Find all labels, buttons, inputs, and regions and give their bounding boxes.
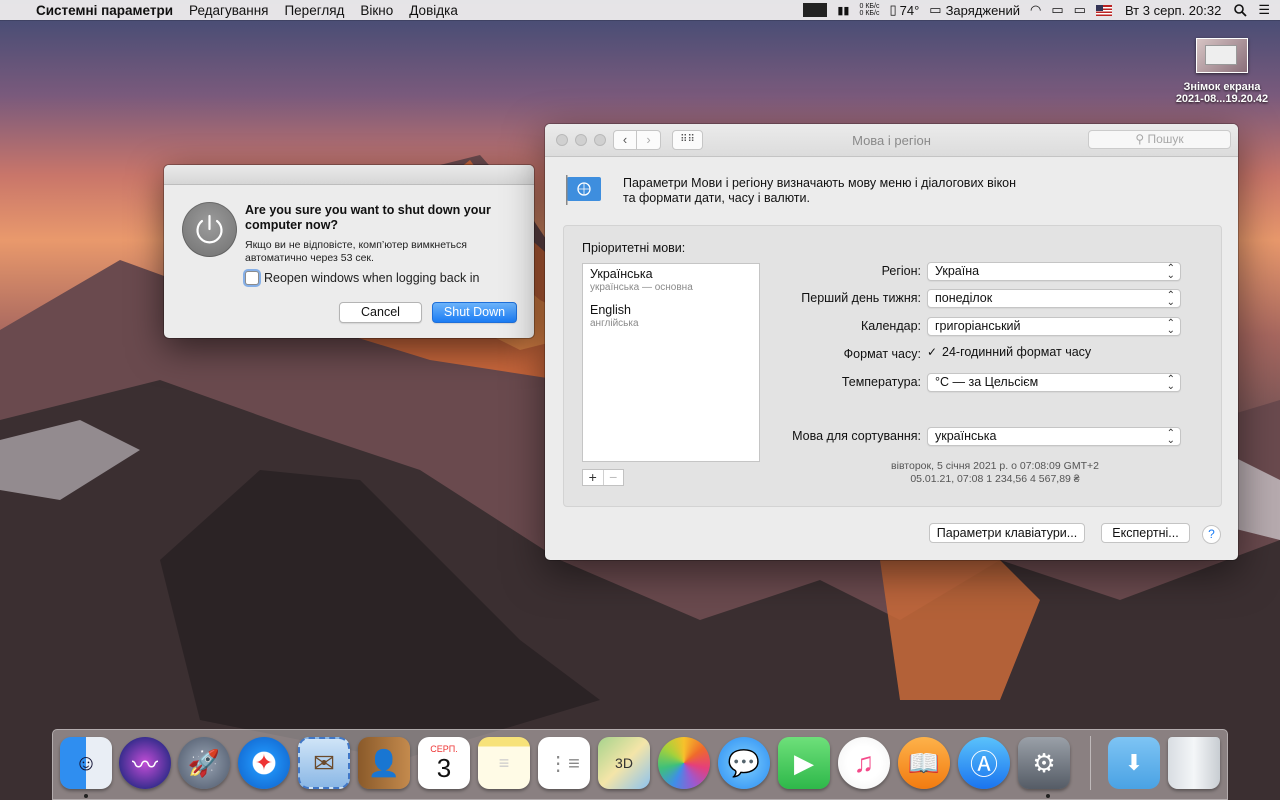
preferred-languages-label: Пріоритетні мови:	[582, 241, 686, 255]
un-flag-icon	[566, 175, 601, 205]
dock-separator	[1090, 736, 1091, 790]
temperature-status[interactable]: ▯ 74°	[884, 2, 924, 18]
file-label-line1: Знімок екрана	[1183, 81, 1261, 93]
memory-icon[interactable]: ▮▮	[832, 4, 854, 17]
search-icon: ⚲	[1135, 132, 1148, 146]
facetime-icon[interactable]: ▶	[778, 737, 830, 789]
temperature-popup[interactable]: °C — за Цельсієм	[927, 371, 1181, 395]
time-format-checkbox-row[interactable]: ✓ 24-годинний формат часу	[927, 345, 1091, 359]
power-icon	[182, 202, 237, 257]
itunes-icon[interactable]: ♫	[838, 737, 890, 789]
language-region-window: ‹ › ⠿⠿ Мова і регіон ⚲ Пошук Параметри М…	[545, 124, 1238, 560]
dialog-message: Якщо ви не відповісте, комп’ютер вимкнет…	[245, 239, 467, 264]
sort-order-popup[interactable]: українська	[927, 425, 1181, 449]
reopen-windows-label: Reopen windows when logging back in	[264, 271, 480, 285]
search-field[interactable]: ⚲ Пошук	[1088, 130, 1231, 149]
file-label-line2: 2021-08...19.20.42	[1175, 93, 1269, 105]
add-remove-control: + −	[582, 469, 624, 486]
calendar-label: Календар:	[860, 319, 921, 333]
finder-running-indicator	[84, 794, 88, 798]
description-line2: та формати дати, часу і валюти.	[623, 191, 810, 205]
system-preferences-running-indicator	[1046, 794, 1050, 798]
description-line1: Параметри Мови і регіону визначають мову…	[623, 176, 1017, 190]
calendar-popup[interactable]: григоріанський	[927, 315, 1181, 339]
number-format-sample: 05.01.21, 07:08 1 234,56 4 567,89 ₴	[910, 473, 1080, 485]
battery-icon: ▭	[929, 2, 942, 17]
app-store-icon[interactable]: Ⓐ	[958, 737, 1010, 789]
sort-order-label: Мова для сортування:	[792, 429, 921, 443]
remove-language-button[interactable]: −	[602, 470, 624, 485]
safari-icon[interactable]: ✦	[238, 737, 290, 789]
menu-window[interactable]: Вікно	[352, 3, 401, 18]
reopen-windows-checkbox-row[interactable]: Reopen windows when logging back in	[245, 271, 479, 285]
region-label: Регіон:	[881, 264, 921, 278]
ibooks-icon[interactable]: 📖	[898, 737, 950, 789]
add-language-button[interactable]: +	[583, 470, 603, 485]
battery-level-icon[interactable]: ▭	[1069, 2, 1091, 18]
net-up-text: 0 КБ/с	[859, 3, 880, 10]
app-menu[interactable]: Системні параметри	[28, 3, 181, 18]
menu-edit[interactable]: Редагування	[181, 3, 276, 18]
desktop-screenshot-file[interactable]: Знімок екрана 2021-08...19.20.42	[1168, 38, 1276, 105]
battery-text: Заряджений	[945, 2, 1020, 18]
clock[interactable]: Вт 3 серп. 20:32	[1117, 3, 1229, 18]
us-flag-icon	[1095, 4, 1112, 16]
maps-icon[interactable]: 3D	[598, 737, 650, 789]
help-button[interactable]: ?	[1202, 525, 1221, 544]
dialog-titlebar[interactable]	[164, 165, 534, 185]
input-source-flag-icon[interactable]	[1091, 4, 1117, 16]
reminders-icon[interactable]: ⋮≡	[538, 737, 590, 789]
window-titlebar[interactable]: ‹ › ⠿⠿ Мова і регіон ⚲ Пошук	[545, 124, 1238, 157]
reopen-windows-checkbox[interactable]	[245, 271, 259, 285]
date-format-sample: вівторок, 5 січня 2021 р. о 07:08:09 GMT…	[891, 460, 1099, 472]
calendar-day: 3	[436, 753, 452, 783]
wifi-icon[interactable]: ◠	[1025, 2, 1046, 18]
search-placeholder: Пошук	[1147, 132, 1184, 146]
first-day-label: Перший день тижня:	[801, 291, 921, 305]
battery-status[interactable]: ▭ Заряджений	[924, 2, 1025, 18]
screenshot-thumbnail-icon	[1196, 38, 1248, 73]
temperature-text: 74°	[899, 2, 920, 18]
temperature-label: Температура:	[841, 375, 921, 389]
spotlight-search-icon[interactable]	[1229, 3, 1252, 17]
messages-icon[interactable]: 💬	[718, 737, 770, 789]
dialog-title: Are you sure you want to shut down your …	[245, 203, 491, 232]
menu-bar: Системні параметри Редагування Перегляд …	[0, 0, 1280, 20]
system-preferences-icon[interactable]: ⚙	[1018, 737, 1070, 789]
photos-icon[interactable]	[658, 737, 710, 789]
notes-icon[interactable]: ≡	[478, 737, 530, 789]
contacts-icon[interactable]: 👤	[358, 737, 410, 789]
network-speed[interactable]: 0 КБ/с 0 КБ/с	[854, 3, 884, 17]
downloads-folder-icon[interactable]: ⬇	[1108, 737, 1160, 789]
launchpad-icon[interactable]: 🚀	[178, 737, 230, 789]
menu-view[interactable]: Перегляд	[276, 3, 352, 18]
checkmark-icon[interactable]: ✓	[927, 346, 938, 358]
pane-description: Параметри Мови і регіону визначають мову…	[623, 176, 1043, 206]
trash-icon[interactable]	[1168, 737, 1220, 789]
finder-icon[interactable]: ☺	[60, 737, 112, 789]
time-format-value: 24-годинний формат часу	[942, 345, 1092, 359]
language-name: English	[590, 303, 631, 317]
siri-icon[interactable]: 〰	[119, 737, 171, 789]
keyboard-preferences-button[interactable]: Параметри клавіатури...	[929, 523, 1085, 543]
menu-help[interactable]: Довідка	[401, 3, 466, 18]
advanced-button[interactable]: Експертні...	[1101, 523, 1190, 543]
airplay-icon[interactable]: ▭	[1046, 2, 1068, 18]
region-popup[interactable]: Україна	[927, 260, 1181, 284]
first-day-popup[interactable]: понеділок	[927, 287, 1181, 311]
thermometer-icon: ▯	[889, 2, 897, 17]
cancel-button[interactable]: Cancel	[339, 302, 422, 323]
shut-down-button[interactable]: Shut Down	[432, 302, 517, 323]
cpu-graph-icon[interactable]	[798, 3, 832, 17]
calendar-icon[interactable]: СЕРП. 3	[418, 737, 470, 789]
shutdown-dialog: Are you sure you want to shut down your …	[164, 165, 534, 338]
time-format-label: Формат часу:	[843, 347, 921, 361]
notification-center-icon[interactable]: ☰	[1252, 2, 1280, 18]
mail-icon[interactable]: ✉	[298, 737, 350, 789]
net-down-text: 0 КБ/с	[859, 10, 880, 17]
